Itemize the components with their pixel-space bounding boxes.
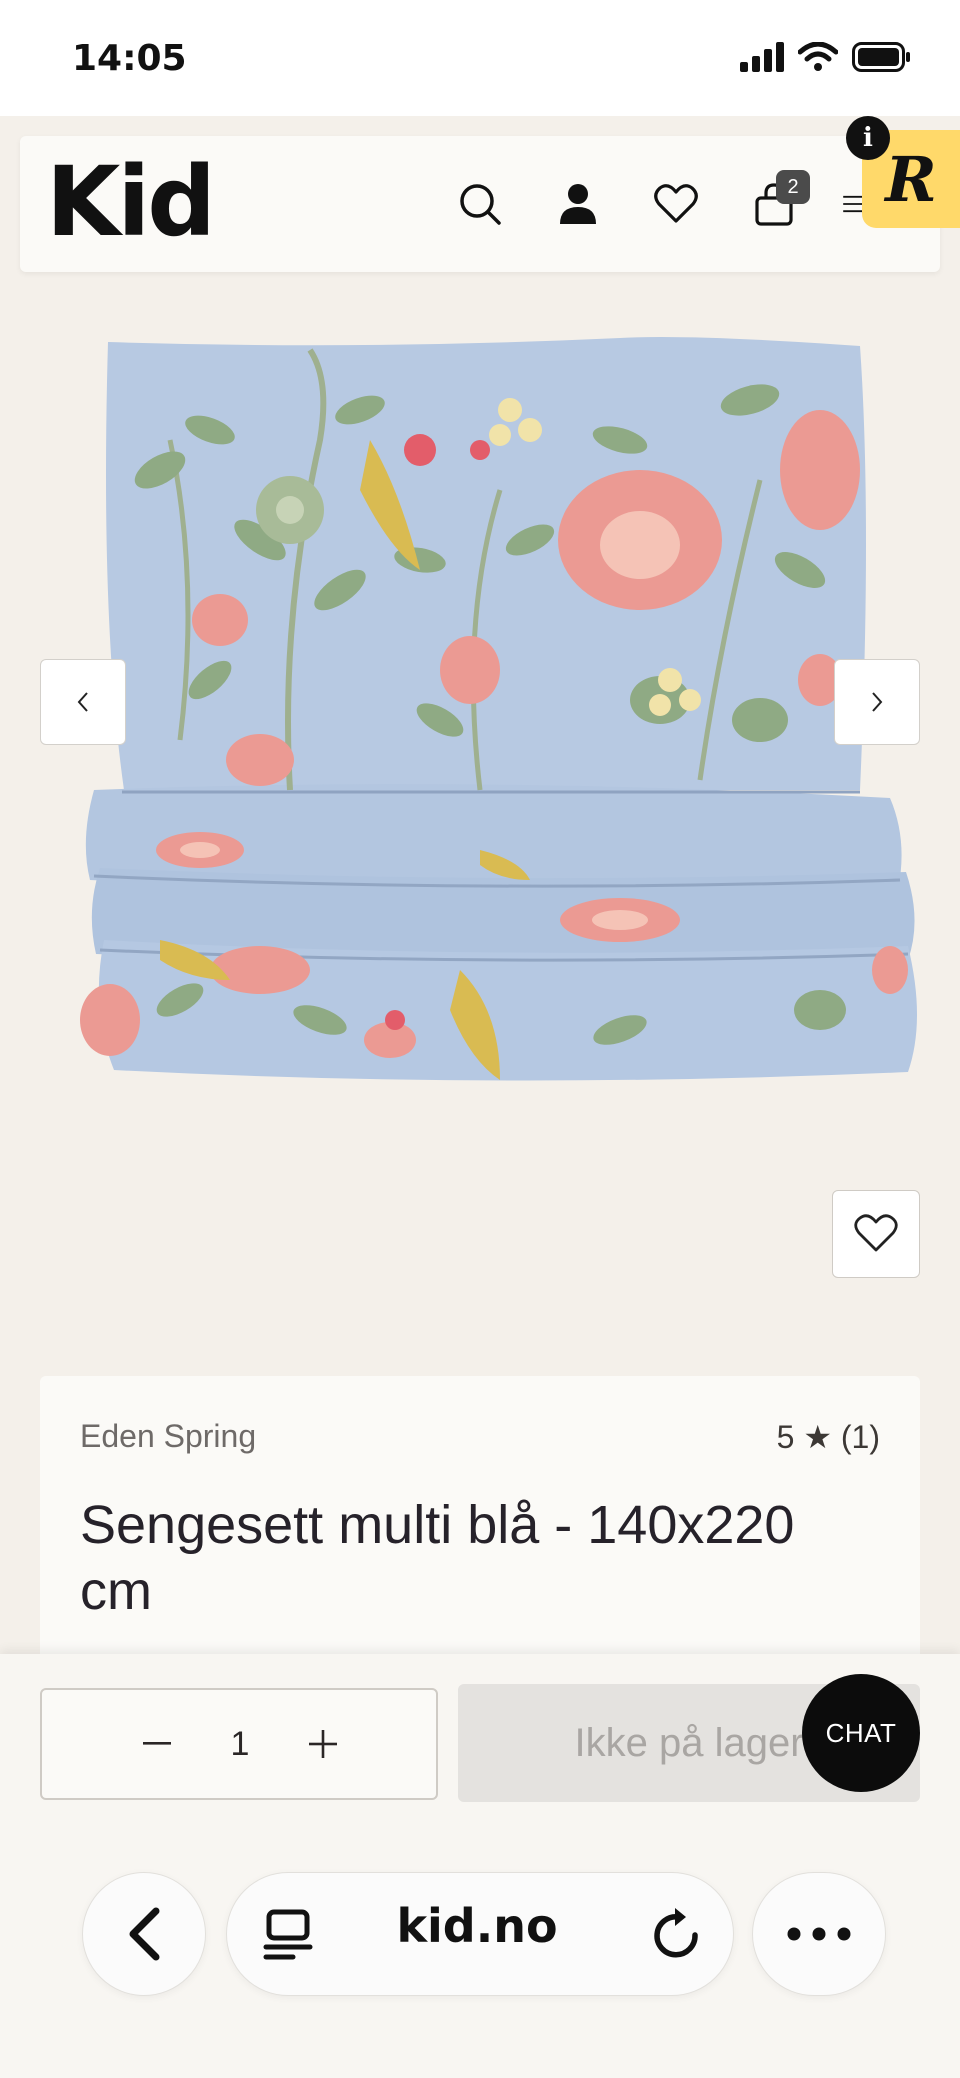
chevron-left-icon [77, 692, 88, 712]
quantity-value[interactable]: 1 [212, 1690, 268, 1798]
next-image-button[interactable] [834, 659, 920, 745]
heart-icon [854, 1214, 898, 1252]
more-icon [787, 1927, 851, 1941]
status-bar: 14:05 [0, 0, 960, 116]
product-image[interactable] [60, 320, 920, 1100]
wifi-icon [798, 42, 838, 71]
url-text: kid.no [396, 1899, 558, 1953]
signal-icon [740, 42, 784, 72]
search-button[interactable] [454, 178, 506, 230]
status-time: 14:05 [72, 38, 187, 79]
cart-count-badge: 2 [776, 170, 810, 204]
account-icon [560, 184, 596, 224]
status-icons [740, 42, 912, 72]
info-icon[interactable]: i [846, 116, 890, 160]
reader-mode-icon [263, 1909, 313, 1960]
account-button[interactable] [552, 178, 604, 230]
cart-button[interactable]: 2 [748, 170, 810, 230]
minus-icon [143, 1742, 171, 1745]
heart-icon [654, 184, 698, 223]
reload-icon[interactable] [651, 1905, 705, 1963]
product-info-card: Eden Spring 5 ★ (1) Sengesett multi blå … [40, 1376, 920, 1676]
add-to-wishlist-button[interactable] [832, 1190, 920, 1278]
prev-image-button[interactable] [40, 659, 126, 745]
site-logo[interactable]: Kid [46, 154, 216, 250]
bottom-action-bar: 1 Ikke på lager CHAT kid.no [0, 1654, 960, 2078]
site-header: Kid 2 [20, 136, 940, 272]
product-brand[interactable]: Eden Spring [80, 1418, 256, 1455]
battery-icon [852, 42, 910, 72]
quantity-stepper: 1 [40, 1688, 438, 1800]
address-bar[interactable]: kid.no [226, 1872, 734, 1996]
browser-more-button[interactable] [752, 1872, 886, 1996]
decrease-quantity-button[interactable] [132, 1690, 182, 1798]
product-title: Sengesett multi blå - 140x220 cm [80, 1495, 795, 1621]
product-rating[interactable]: 5 ★ (1) [777, 1418, 880, 1456]
chevron-left-icon [129, 1907, 160, 1961]
wishlist-button[interactable] [650, 178, 702, 230]
search-icon [460, 184, 501, 225]
product-gallery [40, 320, 920, 1100]
plus-icon [309, 1730, 337, 1758]
chat-button[interactable]: CHAT [802, 1674, 920, 1792]
browser-back-button[interactable] [82, 1872, 206, 1996]
chevron-right-icon [872, 692, 883, 712]
increase-quantity-button[interactable] [298, 1690, 348, 1798]
